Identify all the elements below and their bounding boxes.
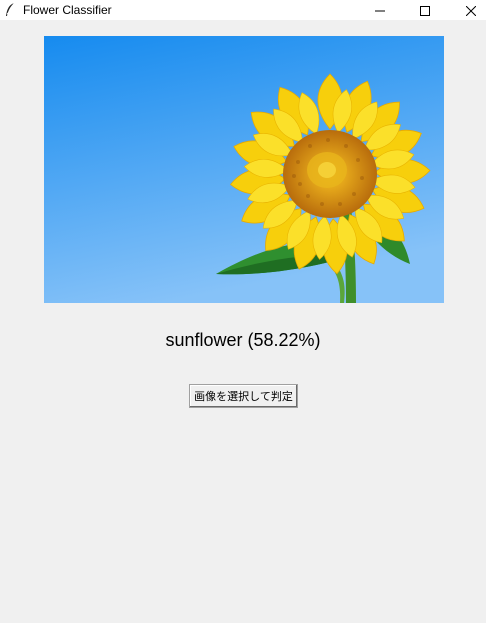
- window-title: Flower Classifier: [23, 3, 112, 17]
- title-bar: Flower Classifier: [0, 0, 486, 20]
- feather-icon: [4, 2, 16, 18]
- minimize-button[interactable]: [357, 0, 403, 20]
- minimize-icon: [375, 1, 385, 20]
- close-button[interactable]: [448, 0, 486, 20]
- maximize-button[interactable]: [402, 0, 448, 20]
- close-icon: [465, 1, 477, 20]
- maximize-icon: [420, 1, 430, 20]
- select-image-button[interactable]: 画像を選択して判定: [189, 384, 298, 408]
- flower-image: [44, 36, 444, 303]
- prediction-result: sunflower (58.22%): [165, 330, 321, 350]
